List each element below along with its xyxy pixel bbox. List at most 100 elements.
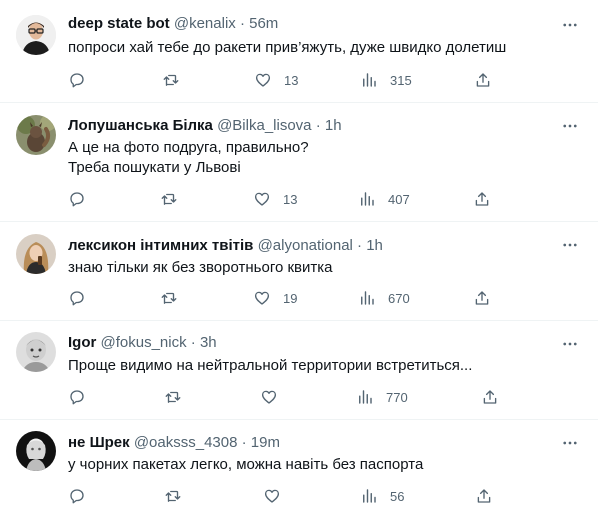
reply-button[interactable]: [68, 70, 86, 90]
separator-dot: ·: [241, 434, 247, 451]
reply-icon: [70, 73, 84, 88]
timestamp[interactable]: 19m: [251, 434, 280, 451]
retweet-icon: [165, 391, 181, 403]
timestamp[interactable]: 1h: [325, 117, 342, 134]
tweet-actions: 19 670: [68, 288, 498, 308]
like-icon: [254, 192, 270, 206]
views-button[interactable]: 770: [356, 387, 408, 407]
avatar[interactable]: [16, 15, 56, 55]
views-button[interactable]: 407: [358, 189, 410, 209]
author-name[interactable]: Igor: [68, 334, 96, 351]
tweet-text: А це на фото подруга, правильно? Треба п…: [68, 138, 578, 178]
like-icon: [264, 489, 280, 503]
like-button[interactable]: 13: [253, 189, 297, 209]
retweet-button[interactable]: [164, 486, 182, 506]
more-icon[interactable]: [560, 433, 580, 453]
retweet-button[interactable]: [162, 70, 180, 90]
more-icon[interactable]: [560, 15, 580, 35]
views-count: 56: [390, 488, 405, 504]
views-button[interactable]: 670: [358, 288, 410, 308]
retweet-button[interactable]: [164, 387, 182, 407]
retweet-button[interactable]: [160, 288, 178, 308]
reply-icon: [70, 390, 84, 405]
views-icon: [363, 73, 376, 87]
retweet-icon: [161, 193, 177, 205]
retweet-button[interactable]: [160, 189, 178, 209]
separator-dot: ·: [315, 117, 321, 134]
author-name[interactable]: не Шрек: [68, 434, 130, 451]
views-button[interactable]: 56: [360, 486, 404, 506]
separator-dot: ·: [190, 334, 196, 351]
like-button[interactable]: 13: [254, 70, 298, 90]
tweet-text-line: попроси хай тебе до ракети прив’яжуть, д…: [68, 39, 507, 56]
avatar[interactable]: [16, 115, 56, 155]
separator-dot: ·: [239, 15, 245, 32]
tweet-actions: 13 315: [68, 70, 498, 90]
tweet-actions: 13 407: [68, 189, 498, 209]
tweet-text-line: А це на фото подруга, правильно?: [68, 139, 309, 156]
like-button[interactable]: [260, 387, 278, 407]
share-icon: [476, 73, 490, 87]
views-count: 770: [386, 389, 408, 405]
more-icon[interactable]: [560, 235, 580, 255]
share-icon: [483, 390, 497, 404]
views-button[interactable]: 315: [360, 70, 412, 90]
views-icon: [361, 291, 374, 305]
tweet[interactable]: лексикон інтимних твітів @alyonational ·…: [0, 222, 598, 321]
tweet[interactable]: не Шрек @oaksss_4308 · 19m у чорних паке…: [0, 420, 598, 517]
views-icon: [363, 489, 376, 503]
like-button[interactable]: 19: [253, 288, 297, 308]
retweet-icon: [165, 490, 181, 502]
author-handle[interactable]: @oaksss_4308: [134, 434, 238, 451]
views-count: 670: [388, 290, 410, 306]
share-button[interactable]: [473, 189, 491, 209]
like-icon: [254, 291, 270, 305]
share-button[interactable]: [475, 486, 493, 506]
share-button[interactable]: [481, 387, 499, 407]
tweet-text-line: Треба пошукати у Львові: [68, 159, 241, 176]
reply-button[interactable]: [68, 288, 86, 308]
avatar[interactable]: [16, 234, 56, 274]
timestamp[interactable]: 3h: [200, 334, 217, 351]
tweet-text-line: у чорних пакетах легко, можна навіть без…: [68, 456, 424, 473]
reply-button[interactable]: [68, 189, 86, 209]
like-count: 13: [284, 72, 299, 88]
views-count: 315: [390, 72, 412, 88]
tweet-text: Проще видимо на нейтральной территории в…: [68, 356, 578, 376]
share-button[interactable]: [473, 288, 491, 308]
author-handle[interactable]: @alyonational: [258, 237, 353, 254]
share-icon: [477, 489, 491, 503]
avatar[interactable]: [16, 431, 56, 471]
more-icon[interactable]: [560, 334, 580, 354]
timestamp[interactable]: 56m: [249, 15, 278, 32]
author-name[interactable]: лексикон інтимних твітів: [68, 237, 253, 254]
more-icon[interactable]: [560, 116, 580, 136]
reply-icon: [70, 489, 84, 504]
author-handle[interactable]: @fokus_nick: [101, 334, 187, 351]
author-handle[interactable]: @Bilka_lisova: [217, 117, 311, 134]
reply-button[interactable]: [68, 387, 86, 407]
avatar[interactable]: [16, 332, 56, 372]
like-button[interactable]: [263, 486, 281, 506]
like-count: 13: [283, 191, 298, 207]
like-icon: [261, 390, 277, 404]
tweet-text: знаю тільки як без зворотнього квитка: [68, 258, 578, 278]
tweet-actions: 770: [68, 387, 498, 407]
tweet-text: попроси хай тебе до ракети прив’яжуть, д…: [68, 38, 578, 58]
views-icon: [361, 192, 374, 206]
author-handle[interactable]: @kenalix: [174, 15, 236, 32]
share-icon: [475, 291, 489, 305]
author-name[interactable]: Лопушанська Білка: [68, 117, 213, 134]
reply-icon: [70, 192, 84, 207]
timestamp[interactable]: 1h: [366, 237, 383, 254]
tweet-feed: deep state bot @kenalix · 56m попроси ха…: [0, 0, 598, 517]
tweet[interactable]: Лопушанська Білка @Bilka_lisova · 1h А ц…: [0, 103, 598, 222]
views-icon: [359, 390, 372, 404]
tweet[interactable]: deep state bot @kenalix · 56m попроси ха…: [0, 0, 598, 103]
reply-button[interactable]: [68, 486, 86, 506]
reply-icon: [70, 291, 84, 306]
author-name[interactable]: deep state bot: [68, 15, 170, 32]
share-button[interactable]: [474, 70, 492, 90]
retweet-icon: [163, 74, 179, 86]
tweet[interactable]: Igor @fokus_nick · 3h Проще видимо на не…: [0, 321, 598, 420]
